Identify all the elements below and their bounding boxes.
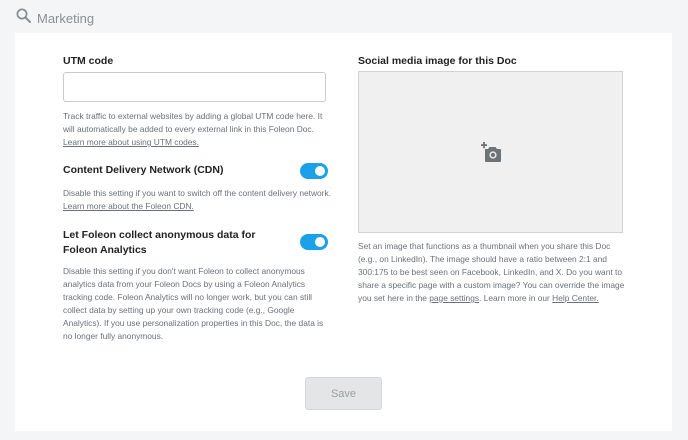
toggle-knob — [315, 237, 325, 247]
utm-label: UTM code — [63, 55, 114, 67]
cdn-help: Disable this setting if you want to swit… — [63, 187, 333, 213]
analytics-help: Disable this setting if you don't want F… — [63, 266, 324, 341]
section-title: Marketing — [37, 10, 95, 26]
utm-help-text: Track traffic to external websites by ad… — [63, 111, 323, 134]
cdn-label: Content Delivery Network (CDN) — [63, 164, 224, 176]
analytics-label: Let Foleon collect anonymous data for Fo… — [63, 229, 256, 256]
social-image-label: Social media image for this Doc — [358, 55, 517, 67]
social-help-text-2: . Learn more in our — [479, 293, 553, 303]
help-center-link[interactable]: Help Center. — [552, 293, 599, 303]
page-settings-link[interactable]: page settings — [429, 293, 479, 303]
utm-code-input[interactable] — [63, 72, 326, 102]
social-image-help: Set an image that functions as a thumbna… — [358, 240, 628, 305]
search-icon — [16, 8, 31, 28]
section-header: Marketing — [16, 8, 94, 28]
social-image-dropzone[interactable] — [358, 71, 623, 233]
marketing-settings-card: UTM code Track traffic to external websi… — [15, 33, 672, 431]
add-photo-icon — [479, 142, 503, 169]
toggle-knob — [315, 166, 325, 176]
cdn-toggle[interactable] — [300, 163, 328, 179]
utm-learn-more-link[interactable]: Learn more about using UTM codes. — [63, 137, 199, 147]
save-button[interactable]: Save — [305, 377, 382, 410]
cdn-help-text: Disable this setting if you want to swit… — [63, 188, 331, 198]
cdn-learn-more-link[interactable]: Learn more about the Foleon CDN. — [63, 201, 194, 211]
analytics-toggle[interactable] — [300, 234, 328, 250]
utm-help: Track traffic to external websites by ad… — [63, 110, 328, 149]
